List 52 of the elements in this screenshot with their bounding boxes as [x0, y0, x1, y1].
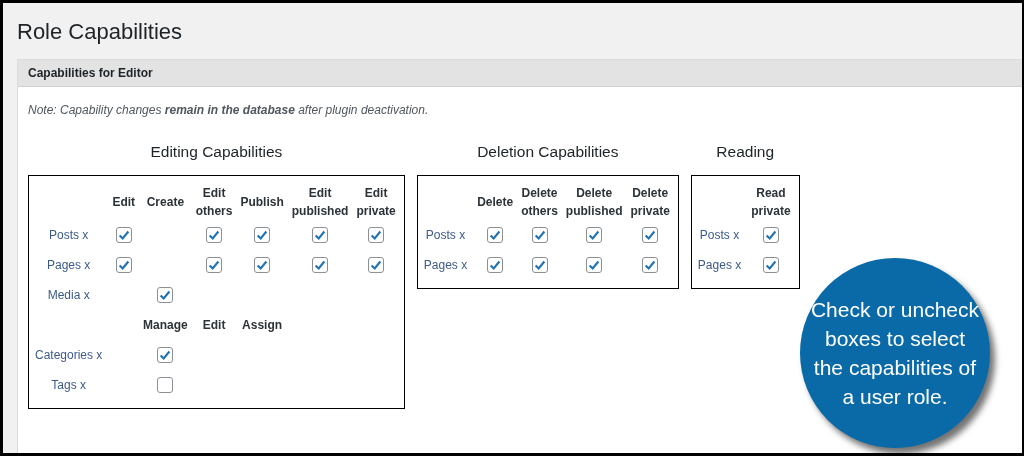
page-title: Role Capabilities: [17, 18, 184, 46]
checkbox[interactable]: [254, 227, 271, 243]
group-title: Deletion Capabilities: [477, 143, 619, 161]
row-label[interactable]: Posts x: [699, 228, 740, 242]
checkbox[interactable]: [487, 227, 504, 243]
panel-header: Capabilities for Editor: [18, 60, 1022, 87]
checkbox[interactable]: [115, 227, 132, 243]
checkbox[interactable]: [642, 257, 659, 273]
checkbox[interactable]: [487, 257, 504, 273]
row-label[interactable]: Media x: [47, 288, 90, 302]
checkbox[interactable]: [312, 257, 329, 273]
row-label[interactable]: Categories x: [35, 348, 103, 362]
column-header: Publish: [240, 194, 284, 211]
checkbox[interactable]: [762, 257, 779, 273]
checkbox[interactable]: [157, 347, 174, 363]
column-header: Edit published: [291, 185, 349, 220]
checkbox[interactable]: [312, 227, 329, 243]
column-header: Delete others: [521, 185, 558, 220]
group-title: Reading: [716, 143, 775, 161]
checkbox[interactable]: [586, 227, 603, 243]
checkbox[interactable]: [254, 257, 271, 273]
checkbox[interactable]: [368, 257, 385, 273]
row-label[interactable]: Posts x: [425, 228, 466, 242]
column-header: Edit others: [195, 185, 233, 220]
checkbox[interactable]: [642, 227, 659, 243]
checkbox[interactable]: [115, 257, 132, 273]
checkbox[interactable]: [206, 257, 223, 273]
checkbox[interactable]: [762, 227, 779, 243]
checkbox[interactable]: [586, 257, 603, 273]
checkbox[interactable]: [368, 227, 385, 243]
row-label[interactable]: Pages x: [697, 258, 742, 272]
column-header: Assign: [242, 317, 283, 334]
checkbox[interactable]: [531, 257, 548, 273]
checkbox[interactable]: [531, 227, 548, 243]
group-title: Editing Capabilities: [150, 143, 283, 161]
column-header: Create: [146, 194, 185, 211]
row-label[interactable]: Tags x: [51, 378, 87, 392]
checkbox[interactable]: [157, 377, 174, 393]
note-text: Note: Capability changes remain in the database after plugin deactivation.: [28, 103, 430, 117]
row-label[interactable]: Pages x: [47, 258, 91, 272]
row-label[interactable]: Posts x: [49, 228, 89, 242]
column-header: Edit private: [356, 185, 396, 220]
column-header: Manage: [143, 317, 188, 334]
checkbox[interactable]: [157, 287, 174, 303]
column-header: Edit: [202, 317, 226, 334]
column-header: Edit: [112, 194, 136, 211]
column-header: Delete: [477, 194, 514, 211]
column-header: Read private: [751, 185, 791, 220]
row-label[interactable]: Pages x: [423, 258, 468, 272]
column-header: Delete published: [565, 185, 623, 220]
checkbox[interactable]: [206, 227, 223, 243]
column-header: Delete private: [630, 185, 670, 220]
